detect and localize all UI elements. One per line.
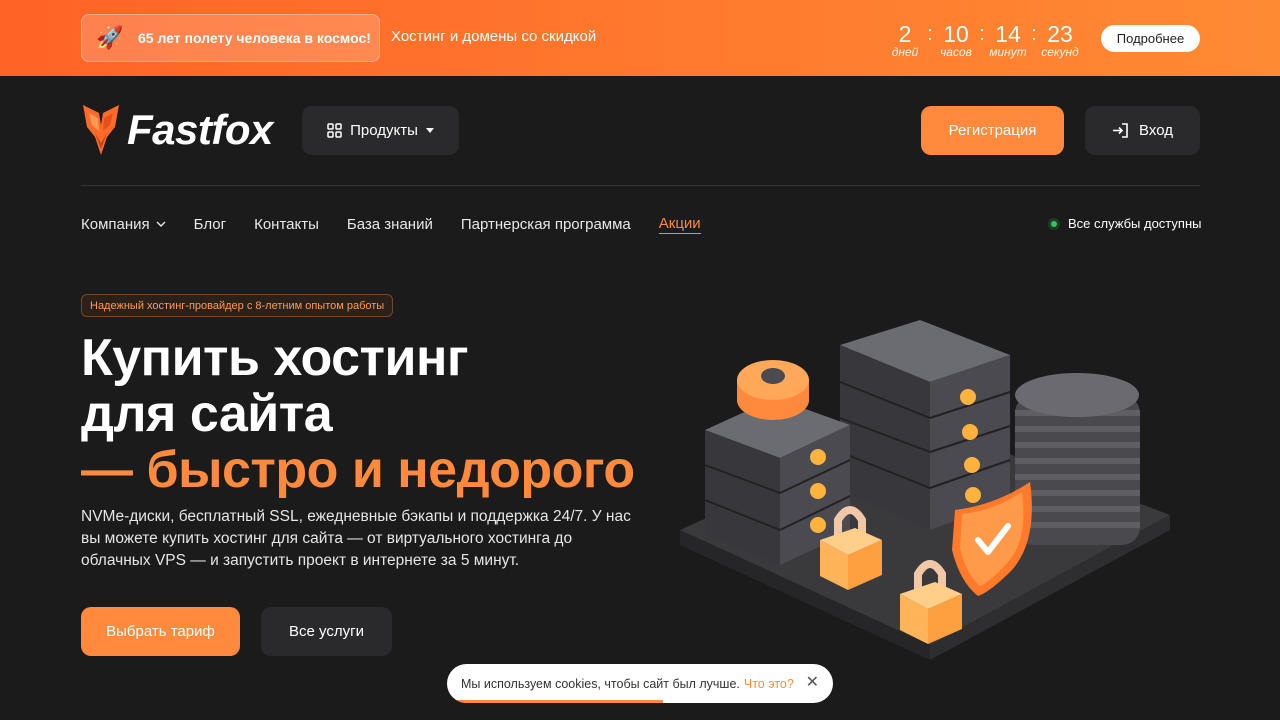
hero-title-line2: для сайта	[81, 385, 333, 443]
promo-badge-text: 65 лет полету человека в космос!	[138, 30, 371, 46]
register-button[interactable]: Регистрация	[921, 106, 1064, 155]
hero-title: Купить хостинг для сайта — быстро и недо…	[81, 330, 635, 498]
hero-description: NVMe-диски, бесплатный SSL, ежедневные б…	[81, 508, 631, 569]
products-label: Продукты	[350, 122, 418, 139]
promo-bar: 🚀 65 лет полету человека в космос! Хости…	[0, 0, 1280, 76]
status-dot-icon	[1048, 217, 1060, 230]
timer-hours: 10 часов	[938, 22, 974, 58]
timer-days-label: дней	[891, 45, 919, 59]
nav-item-label: Компания	[81, 215, 150, 233]
hero-tag: Надежный хостинг-провайдер с 8-летним оп…	[81, 294, 394, 317]
cookie-text: Мы используем cookies, чтобы сайт был лу…	[461, 676, 740, 691]
nav-item-promotions[interactable]: Акции	[658, 214, 701, 234]
rocket-icon: 🚀	[96, 25, 124, 50]
login-button[interactable]: Вход	[1085, 106, 1200, 155]
nav-item-contacts[interactable]: Контакты	[254, 214, 319, 234]
login-label: Вход	[1139, 122, 1173, 139]
timer-separator: :	[979, 23, 985, 45]
timer-hours-label: часов	[940, 45, 972, 59]
timer-minutes: 14 минут	[989, 21, 1027, 59]
timer-seconds-value: 23	[1047, 21, 1073, 47]
nav-item-partner-program[interactable]: Партнерская программа	[461, 214, 631, 234]
cookie-info-link[interactable]: Что это?	[744, 677, 794, 691]
status-text: Все службы доступны	[1068, 216, 1202, 231]
timer-separator: :	[1031, 23, 1037, 45]
timer-seconds-label: секунд	[1041, 45, 1079, 59]
nav-item-knowledge-base[interactable]: База знаний	[347, 214, 433, 234]
disk-stack-icon	[1015, 373, 1140, 545]
timer-minutes-label: минут	[989, 45, 1027, 59]
hero-title-line3: — быстро и недорого	[81, 441, 635, 499]
logo-text: Fastfox	[127, 106, 273, 153]
cookie-progress-bar	[447, 700, 664, 703]
login-icon	[1113, 123, 1128, 138]
choose-plan-button[interactable]: Выбрать тариф	[81, 607, 240, 656]
servers-illustration	[680, 320, 1170, 660]
more-button[interactable]: Подробнее	[1101, 25, 1200, 52]
timer-minutes-value: 14	[995, 21, 1021, 47]
cookie-banner: Мы используем cookies, чтобы сайт был лу…	[447, 664, 833, 703]
close-icon[interactable]: ✕	[806, 674, 819, 692]
server-tower-icon	[839, 320, 1011, 530]
timer-separator: :	[927, 23, 933, 45]
promo-badge[interactable]: 🚀 65 лет полету человека в космос!	[81, 14, 380, 62]
service-status[interactable]: Все службы доступны	[1048, 216, 1201, 231]
server-left-icon	[704, 360, 851, 565]
products-button[interactable]: Продукты	[302, 106, 459, 155]
timer-seconds: 23 секунд	[1041, 21, 1079, 59]
timer-days-value: 2	[898, 21, 912, 47]
all-services-button[interactable]: Все услуги	[261, 607, 392, 656]
header-divider	[81, 185, 1200, 186]
countdown-timer: 2 дней : 10 часов : 14 минут : 23 секунд	[888, 21, 1079, 59]
fox-logo-icon	[83, 105, 119, 155]
logo[interactable]: Fastfox	[81, 103, 273, 157]
hero-title-line1: Купить хостинг	[81, 329, 469, 387]
main-nav: Компания Блог Контакты База знаний Партн…	[81, 214, 701, 234]
nav-item-company[interactable]: Компания	[81, 214, 166, 234]
timer-hours-value: 10	[943, 21, 969, 47]
timer-days: 2 дней	[888, 22, 922, 58]
promo-subtitle: Хостинг и домены со скидкой	[391, 28, 597, 45]
caret-down-icon	[425, 128, 434, 133]
chevron-down-icon	[156, 221, 166, 227]
grid-icon	[327, 123, 342, 138]
nav-item-blog[interactable]: Блог	[194, 214, 226, 234]
